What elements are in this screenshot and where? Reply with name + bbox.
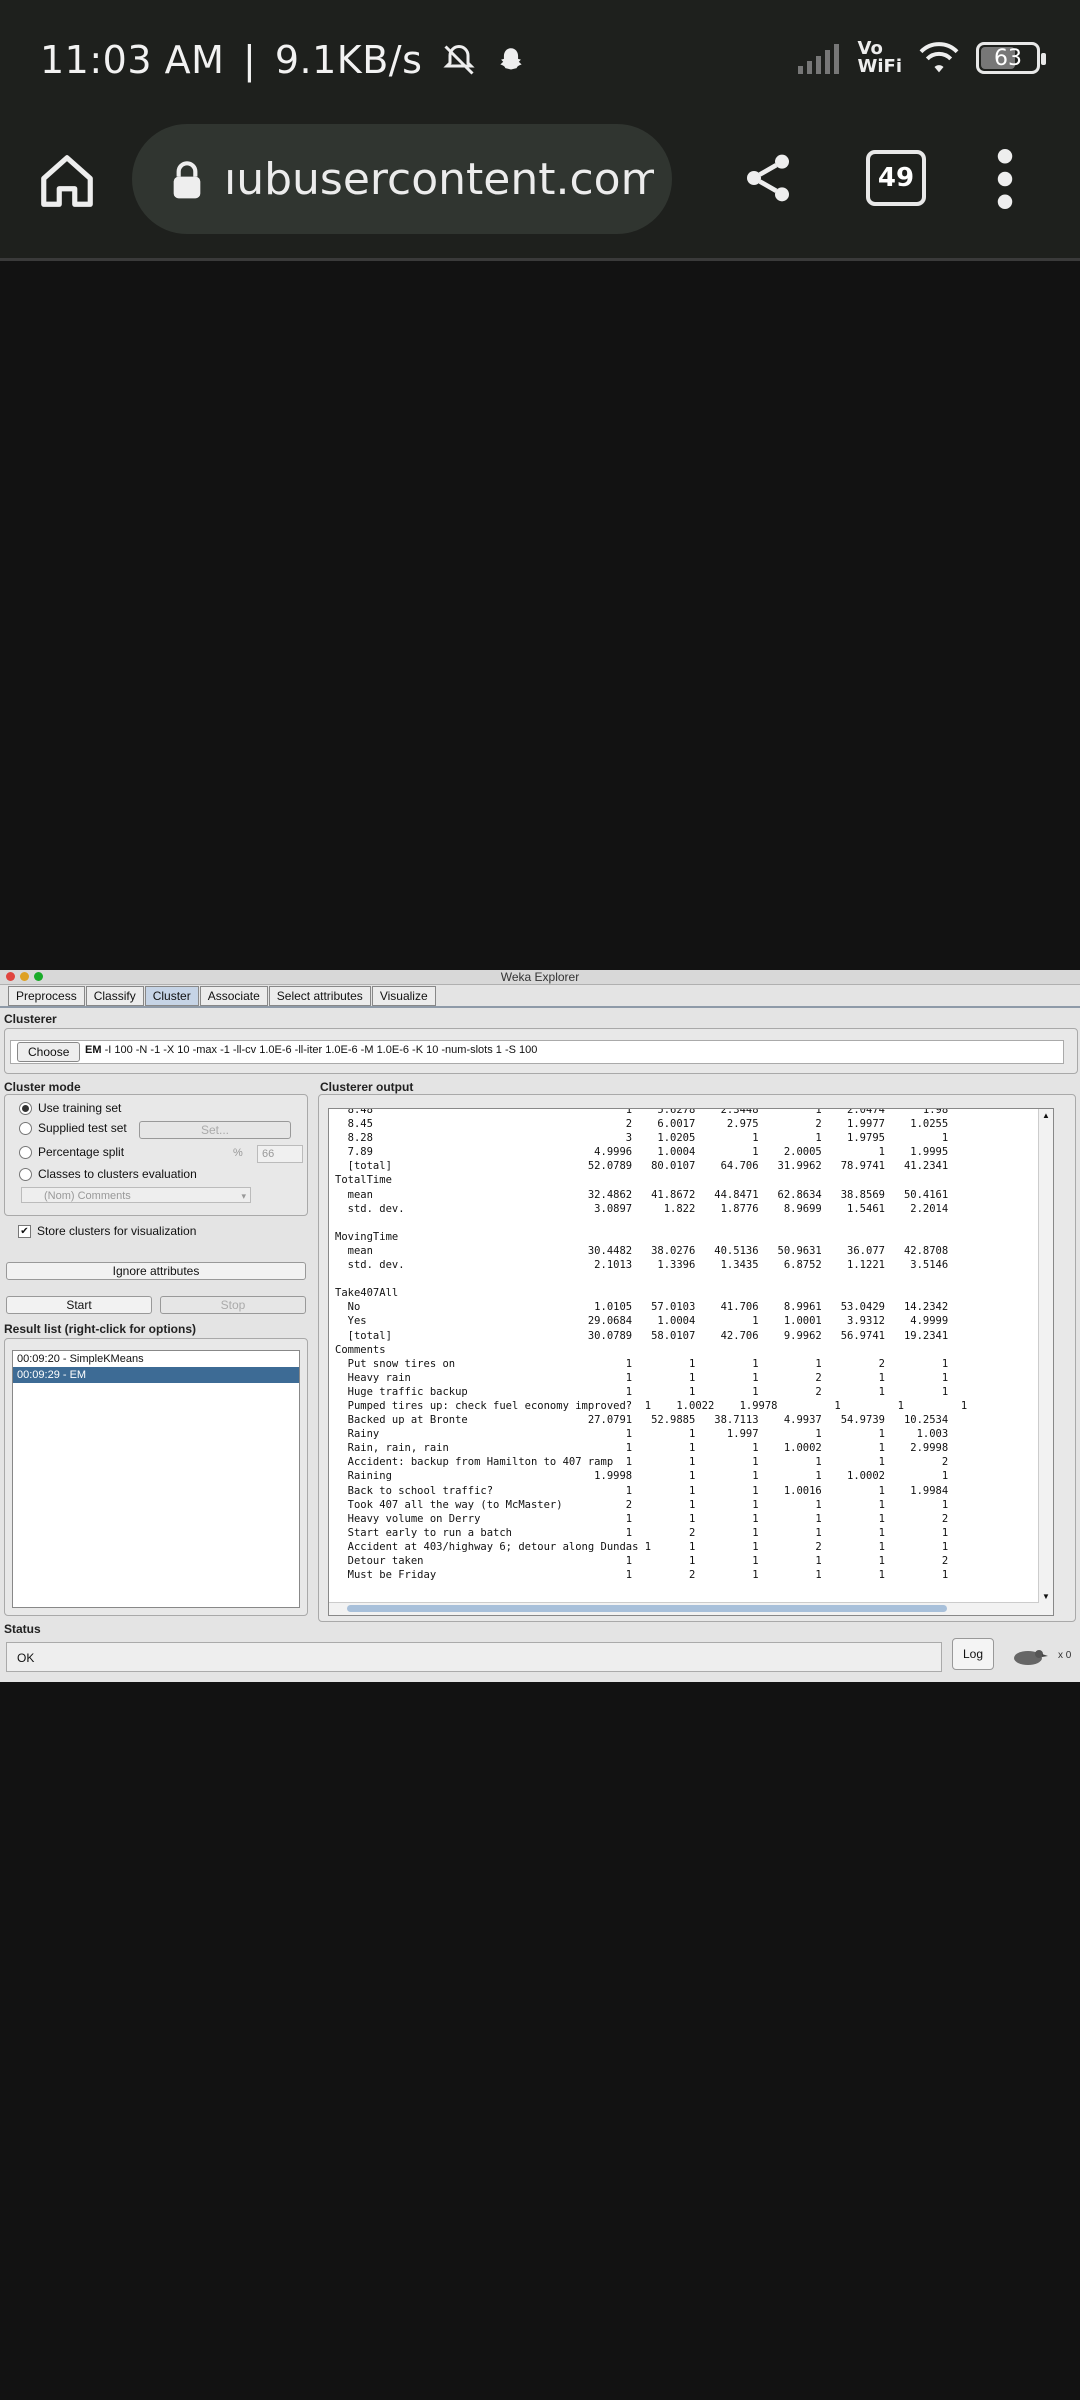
status-icons: Vo WiFi 63 xyxy=(796,38,1046,77)
signal-icon xyxy=(797,44,839,74)
mode-classes-to-clusters[interactable]: Classes to clusters evaluation xyxy=(19,1167,197,1181)
tab-divider xyxy=(0,1006,1080,1008)
url-text: ıubusercontent.com xyxy=(224,154,654,205)
tab-bar: Preprocess Classify Cluster Associate Se… xyxy=(8,986,436,1006)
class-attribute-select[interactable]: (Nom) Comments ▾ xyxy=(21,1187,251,1203)
home-icon[interactable] xyxy=(36,150,98,212)
weka-bird-icon xyxy=(1014,1650,1048,1665)
browser-toolbar: ıubusercontent.com 49 xyxy=(0,120,1080,261)
scroll-up-icon[interactable]: ▲ xyxy=(1042,1111,1050,1120)
network-speed: 9.1KB/s xyxy=(274,38,423,82)
output-lines: 8.48 1 5.6278 2.3448 1 2.0474 1.98 8.45 … xyxy=(335,1108,968,1582)
battery-icon: 63 xyxy=(976,42,1046,74)
log-button[interactable]: Log xyxy=(952,1638,994,1670)
algorithm-options: -I 100 -N -1 -X 10 -max -1 -ll-cv 1.0E-6… xyxy=(104,1044,538,1056)
tab-classify[interactable]: Classify xyxy=(85,986,144,1006)
percentage-split-field[interactable]: 66 xyxy=(257,1145,303,1163)
scroll-down-icon[interactable]: ▼ xyxy=(1042,1592,1050,1601)
radio-selected-icon[interactable] xyxy=(19,1101,32,1115)
cluster-mode-label: Cluster mode xyxy=(4,1080,81,1094)
mode-use-training-set[interactable]: Use training set xyxy=(19,1101,121,1115)
share-icon[interactable] xyxy=(740,150,796,206)
result-item-selected[interactable]: 00:09:29 - EM xyxy=(13,1367,299,1383)
clusterer-command[interactable]: EM -I 100 -N -1 -X 10 -max -1 -ll-cv 1.0… xyxy=(85,1044,537,1056)
start-button[interactable]: Start xyxy=(6,1296,152,1314)
horizontal-scrollbar[interactable] xyxy=(329,1602,1039,1615)
stop-button[interactable]: Stop xyxy=(160,1296,306,1314)
snapchat-icon xyxy=(499,48,522,70)
clusterer-config-field[interactable]: Choose EM -I 100 -N -1 -X 10 -max -1 -ll… xyxy=(10,1040,1064,1064)
radio-icon[interactable] xyxy=(19,1121,32,1135)
clock-and-network-speed: 11:03 AM | 9.1KB/s xyxy=(40,38,528,82)
status-label: Status xyxy=(4,1622,41,1636)
radio-icon[interactable] xyxy=(19,1167,32,1181)
clusterer-output-label: Clusterer output xyxy=(320,1080,414,1094)
clusterer-output-text[interactable]: 8.48 1 5.6278 2.3448 1 2.0474 1.98 8.45 … xyxy=(328,1108,1054,1616)
tab-select-attributes[interactable]: Select attributes xyxy=(268,986,371,1006)
wifi-icon xyxy=(919,42,959,73)
task-count: x 0 xyxy=(1058,1650,1072,1661)
tab-preprocess[interactable]: Preprocess xyxy=(8,986,85,1006)
result-item[interactable]: 00:09:20 - SimpleKMeans xyxy=(13,1351,299,1367)
vertical-scrollbar[interactable]: ▲ ▼ xyxy=(1038,1109,1053,1615)
mode-percentage-split[interactable]: Percentage split xyxy=(19,1145,124,1159)
ignore-attributes-button[interactable]: Ignore attributes xyxy=(6,1262,306,1280)
checkbox-checked-icon[interactable]: ✔ xyxy=(18,1224,31,1238)
clusterer-label: Clusterer xyxy=(4,1012,57,1026)
chevron-down-icon: ▾ xyxy=(241,1191,246,1201)
result-list-label: Result list (right-click for options) xyxy=(4,1322,197,1336)
bell-off-icon xyxy=(443,44,475,75)
set-button[interactable]: Set... xyxy=(139,1121,291,1139)
tab-switcher-button[interactable]: 49 xyxy=(866,150,926,206)
tab-visualize[interactable]: Visualize xyxy=(371,986,436,1006)
percent-symbol: % xyxy=(233,1147,243,1159)
weka-explorer-window: Weka Explorer Preprocess Classify Cluste… xyxy=(0,970,1080,1682)
address-bar[interactable]: ıubusercontent.com xyxy=(132,124,672,234)
window-title: Weka Explorer xyxy=(500,970,580,984)
choose-button[interactable]: Choose xyxy=(17,1042,81,1062)
clock: 11:03 AM xyxy=(40,38,225,82)
lock-icon xyxy=(173,161,201,199)
store-clusters-checkbox[interactable]: ✔ Store clusters for visualization xyxy=(18,1224,196,1238)
tab-cluster[interactable]: Cluster xyxy=(144,986,199,1006)
radio-icon[interactable] xyxy=(19,1145,32,1159)
cluster-mode-panel: Use training set Supplied test set Set..… xyxy=(4,1094,308,1216)
status-bar: 11:03 AM | 9.1KB/s Vo WiFi 63 xyxy=(0,0,1080,120)
tab-associate[interactable]: Associate xyxy=(199,986,268,1006)
scroll-thumb[interactable] xyxy=(347,1605,947,1612)
vowifi-icon: Vo WiFi xyxy=(857,38,903,77)
mode-supplied-test-set[interactable]: Supplied test set xyxy=(19,1121,127,1135)
algorithm-name: EM xyxy=(85,1044,102,1056)
more-menu-icon[interactable] xyxy=(990,148,1020,210)
window-title-bar: Weka Explorer xyxy=(0,970,1080,985)
status-message: OK xyxy=(6,1642,942,1672)
result-list[interactable]: 00:09:20 - SimpleKMeans 00:09:29 - EM xyxy=(12,1350,300,1608)
